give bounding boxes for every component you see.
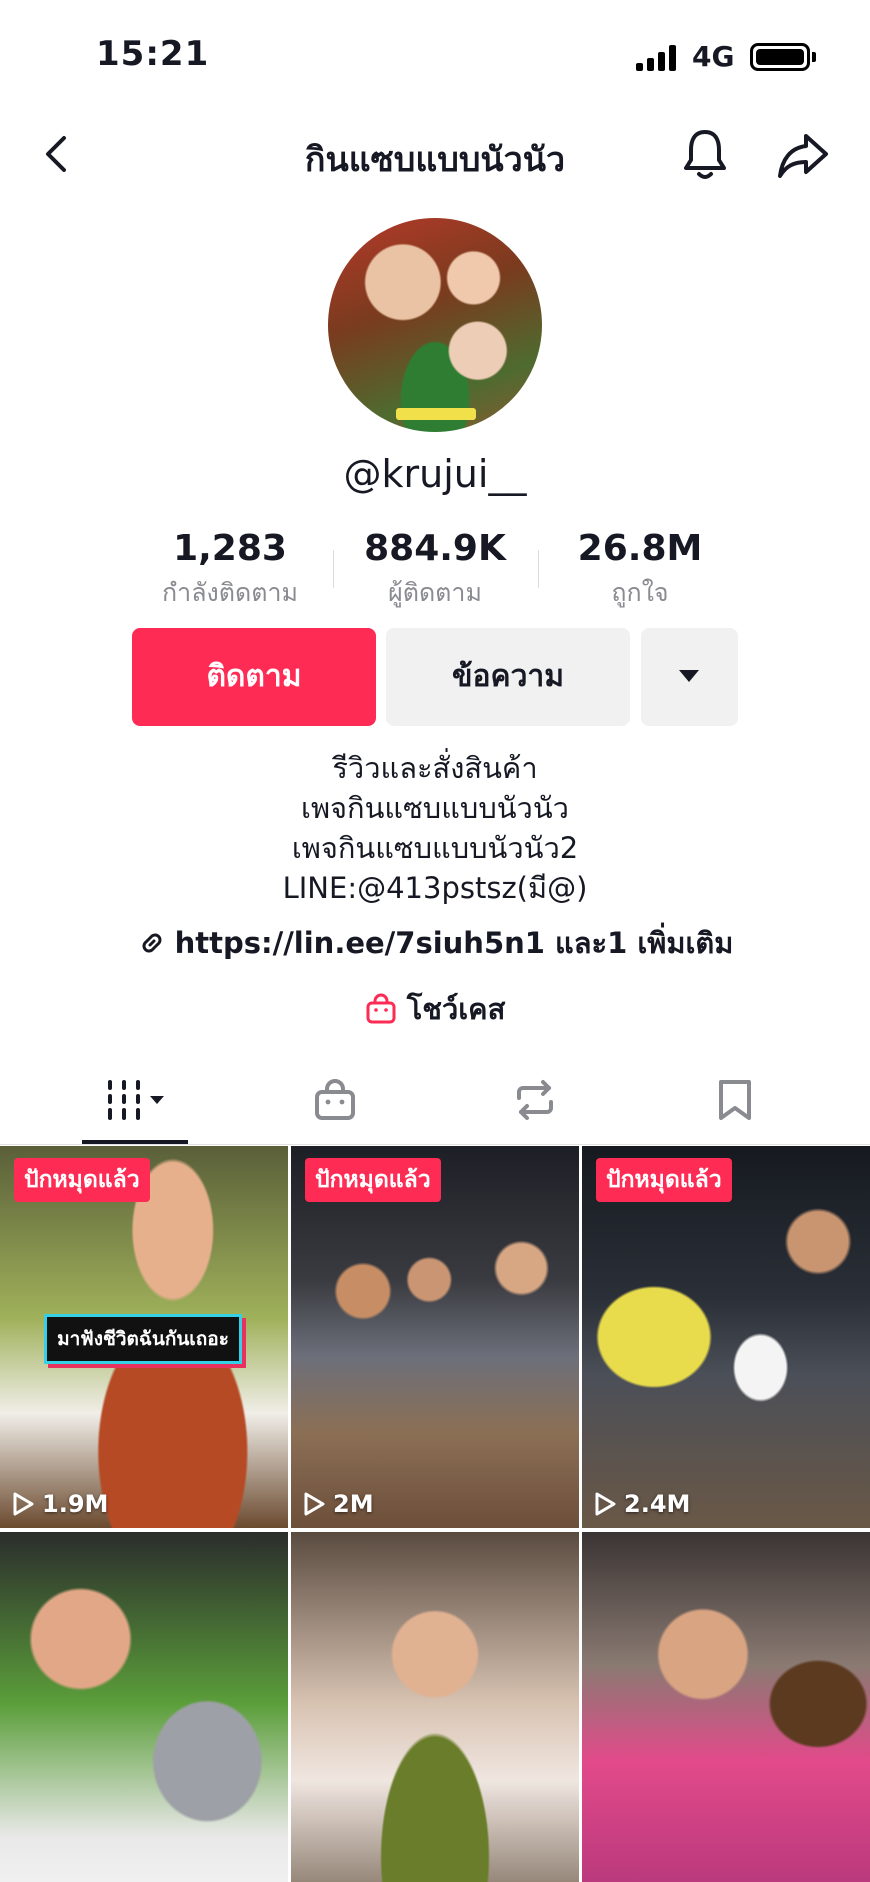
bio-line: เพจกินแซบแบบนัวนัว2	[291, 831, 579, 865]
stat-divider	[538, 550, 539, 588]
bio-link[interactable]: https://lin.ee/7siuh5n1 และ1 เพิ่มเติม	[0, 920, 870, 966]
bio: รีวิวและสั่งสินค้า เพจกินแซบแบบนัวนัว เพ…	[0, 748, 870, 908]
suggested-accounts-button[interactable]	[641, 628, 738, 726]
repost-icon	[517, 1080, 553, 1120]
stat-following[interactable]: 1,283 กำลังติดตาม	[150, 528, 310, 613]
video-thumbnail[interactable]: ปักหมุดแล้ว 2M	[291, 1146, 579, 1528]
play-icon	[595, 1492, 616, 1516]
pinned-badge: ปักหมุดแล้ว	[596, 1158, 732, 1202]
signal-icon	[636, 45, 680, 71]
video-thumbnail[interactable]	[291, 1532, 579, 1882]
battery-nub	[812, 52, 816, 62]
status-bar: 15:21 4G	[0, 0, 870, 110]
stat-divider	[333, 550, 334, 588]
page-title: กินแซบแบบนัวนัว	[304, 140, 566, 180]
video-caption-sticker: มาฟังชีวิตฉันกันเถอะ	[44, 1314, 242, 1364]
follow-button[interactable]: ติดตาม	[132, 628, 376, 726]
tabs-divider	[0, 1144, 870, 1145]
view-count: 2.4M	[594, 1490, 690, 1518]
view-count-value: 1.9M	[42, 1490, 109, 1518]
link-icon	[142, 933, 162, 953]
video-thumbnail[interactable]	[0, 1532, 288, 1882]
view-count-value: 2.4M	[624, 1490, 691, 1518]
avatar-logo-strip	[396, 408, 476, 420]
video-thumbnail[interactable]: ปักหมุดแล้ว 2.4M	[582, 1146, 870, 1528]
shopping-bag-icon	[366, 993, 396, 1024]
video-thumbnail[interactable]: ปักหมุดแล้ว มาฟังชีวิตฉันกันเถอะ 1.9M	[0, 1146, 288, 1528]
username: @krujui__	[343, 452, 527, 496]
stat-following-label: กำลังติดตาม	[162, 578, 298, 607]
pinned-badge: ปักหมุดแล้ว	[305, 1158, 441, 1202]
battery-icon	[750, 43, 810, 71]
profile-stats: 1,283 กำลังติดตาม 884.9K ผู้ติดตาม 26.8M…	[0, 528, 870, 612]
share-icon[interactable]	[776, 130, 830, 180]
status-time: 15:21	[96, 34, 210, 74]
stat-followers-value: 884.9K	[364, 528, 506, 569]
profile-tabs	[0, 1064, 870, 1144]
play-icon	[13, 1492, 34, 1516]
video-thumbnail[interactable]	[582, 1532, 870, 1882]
profile-header: กินแซบแบบนัวนัว	[0, 118, 870, 190]
shop-bag-icon	[315, 1079, 355, 1120]
bell-icon[interactable]	[680, 126, 730, 182]
tab-saved[interactable]	[655, 1064, 815, 1144]
tab-videos[interactable]	[55, 1064, 215, 1144]
bio-link-text: https://lin.ee/7siuh5n1 และ1 เพิ่มเติม	[174, 926, 734, 960]
bio-line: เพจกินแซบแบบนัวนัว	[301, 791, 569, 825]
tab-shop[interactable]	[255, 1064, 415, 1144]
caret-down-icon	[679, 670, 699, 682]
view-count: 1.9M	[12, 1490, 108, 1518]
bio-line: LINE:@413pstsz(มี@)	[282, 871, 588, 905]
showcase-label: โชว์เคส	[406, 992, 506, 1026]
stat-following-value: 1,283	[173, 528, 287, 569]
videos-grid-icon	[108, 1080, 164, 1120]
stat-likes-value: 26.8M	[577, 528, 703, 569]
tab-reposts[interactable]	[455, 1064, 615, 1144]
pinned-badge: ปักหมุดแล้ว	[14, 1158, 150, 1202]
message-button[interactable]: ข้อความ	[386, 628, 630, 726]
showcase-link[interactable]: โชว์เคส	[0, 986, 870, 1032]
view-count: 2M	[303, 1490, 374, 1518]
stat-followers[interactable]: 884.9K ผู้ติดตาม	[355, 528, 515, 613]
network-type: 4G	[692, 40, 735, 73]
stat-likes[interactable]: 26.8M ถูกใจ	[560, 528, 720, 613]
bookmark-icon	[719, 1080, 751, 1120]
stat-followers-label: ผู้ติดตาม	[388, 578, 482, 607]
bio-line: รีวิวและสั่งสินค้า	[332, 751, 538, 785]
play-icon	[304, 1492, 325, 1516]
avatar[interactable]	[328, 218, 542, 432]
view-count-value: 2M	[333, 1490, 374, 1518]
stat-likes-label: ถูกใจ	[611, 578, 669, 607]
